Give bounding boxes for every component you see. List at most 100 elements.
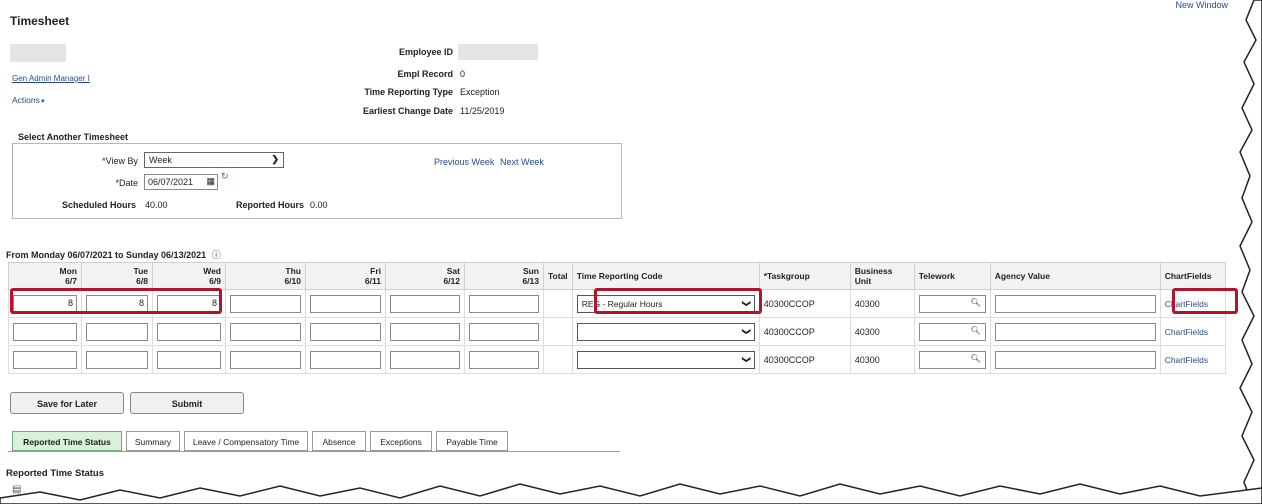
reported-hours-label: Reported Hours bbox=[235, 200, 304, 210]
total-cell bbox=[543, 289, 573, 318]
hours-cell bbox=[464, 317, 544, 346]
employee-id-redacted bbox=[458, 44, 538, 60]
col-header-business-unit: Business Unit bbox=[849, 262, 915, 290]
calendar-icon[interactable]: ▦ bbox=[206, 176, 215, 187]
hours-cell bbox=[305, 345, 386, 374]
hours-input-fri[interactable] bbox=[310, 294, 381, 313]
reported-hours-value: 0.00 bbox=[310, 200, 328, 210]
highlight-trc-box bbox=[594, 288, 762, 314]
col-header-fri: Fri 6/11 bbox=[305, 262, 386, 290]
hours-cell bbox=[385, 345, 465, 374]
hours-input-mon[interactable] bbox=[13, 322, 77, 341]
agency-value-cell bbox=[989, 317, 1161, 346]
hours-input-fri[interactable] bbox=[310, 350, 381, 369]
col-header-total: Total bbox=[543, 262, 573, 290]
time-reporting-code-select[interactable]: ❯ bbox=[576, 350, 755, 369]
col-header-sat: Sat 6/12 bbox=[385, 262, 465, 290]
hours-input-sat[interactable] bbox=[390, 294, 460, 313]
hours-cell bbox=[152, 345, 226, 374]
hours-input-wed[interactable] bbox=[157, 350, 221, 369]
empl-record-label: Empl Record bbox=[397, 69, 453, 79]
telework-input[interactable]: 🔍︎ bbox=[918, 322, 986, 341]
tab-exceptions[interactable]: Exceptions bbox=[370, 431, 432, 451]
refresh-icon[interactable]: ↻ bbox=[221, 171, 229, 182]
hours-cell bbox=[305, 289, 386, 318]
business-unit-cell: 40300 bbox=[849, 317, 915, 346]
hours-cell bbox=[81, 317, 153, 346]
hours-input-thu[interactable] bbox=[230, 294, 301, 313]
search-icon[interactable]: 🔍︎ bbox=[971, 326, 981, 335]
scheduled-hours-value: 40.00 bbox=[145, 200, 168, 210]
hours-input-sun[interactable] bbox=[469, 322, 539, 341]
hours-input-sun[interactable] bbox=[469, 294, 539, 313]
hours-cell bbox=[225, 317, 306, 346]
highlight-hours-box bbox=[10, 288, 222, 314]
total-cell bbox=[543, 317, 573, 346]
hours-cell bbox=[225, 345, 306, 374]
tab-summary[interactable]: Summary bbox=[126, 431, 180, 451]
total-cell bbox=[543, 345, 573, 374]
tab-leave-compensatory-time[interactable]: Leave / Compensatory Time bbox=[184, 431, 308, 451]
hours-cell bbox=[225, 289, 306, 318]
taskgroup-cell: 40300CCOP bbox=[758, 345, 851, 374]
previous-week-link[interactable]: Previous Week bbox=[434, 157, 494, 167]
agency-value-input[interactable] bbox=[994, 294, 1156, 313]
hours-cell bbox=[8, 317, 82, 346]
actions-menu[interactable]: Actions▼ bbox=[12, 95, 46, 105]
caret-down-icon: ▼ bbox=[39, 99, 46, 105]
hours-cell bbox=[385, 317, 465, 346]
chartfields-cell: ChartFields bbox=[1159, 317, 1226, 346]
hours-input-tue[interactable] bbox=[86, 322, 148, 341]
select-timesheet-heading: Select Another Timesheet bbox=[18, 132, 129, 142]
telework-input[interactable]: 🔍︎ bbox=[918, 294, 986, 313]
hours-input-mon[interactable] bbox=[13, 350, 77, 369]
new-window-link[interactable]: New Window bbox=[1175, 0, 1228, 10]
job-title-link[interactable]: Gen Admin Manager I bbox=[12, 74, 90, 83]
hours-cell bbox=[152, 317, 226, 346]
highlight-chartfields-box bbox=[1172, 288, 1238, 314]
chevron-down-icon: ❯ bbox=[741, 355, 752, 363]
col-header-trc: Time Reporting Code bbox=[571, 262, 760, 290]
hours-input-sat[interactable] bbox=[390, 322, 460, 341]
hours-input-thu[interactable] bbox=[230, 322, 301, 341]
hours-input-thu[interactable] bbox=[230, 350, 301, 369]
submit-button[interactable]: Submit bbox=[130, 392, 244, 414]
chartfields-link[interactable]: ChartFields bbox=[1165, 327, 1208, 337]
time-reporting-code-select[interactable]: ❯ bbox=[576, 322, 755, 341]
search-icon[interactable]: 🔍︎ bbox=[971, 298, 981, 307]
date-input[interactable]: 06/07/2021 ▦ bbox=[144, 174, 218, 190]
tab-divider bbox=[8, 451, 620, 452]
telework-cell: 🔍︎ bbox=[913, 317, 991, 346]
page-title: Timesheet bbox=[10, 14, 70, 28]
telework-input[interactable]: 🔍︎ bbox=[918, 350, 986, 369]
help-icon[interactable]: ⓘ bbox=[212, 250, 221, 260]
view-by-label: *View By bbox=[102, 156, 138, 166]
hours-cell bbox=[464, 289, 544, 318]
hours-input-tue[interactable] bbox=[86, 350, 148, 369]
taskgroup-cell: 40300CCOP bbox=[758, 289, 851, 318]
chevron-down-icon: ❯ bbox=[271, 154, 279, 164]
empl-record-value: 0 bbox=[460, 69, 466, 79]
employee-name-redacted bbox=[10, 44, 66, 62]
hours-input-fri[interactable] bbox=[310, 322, 381, 341]
hours-input-wed[interactable] bbox=[157, 322, 221, 341]
hours-input-sun[interactable] bbox=[469, 350, 539, 369]
tab-reported-time-status[interactable]: Reported Time Status bbox=[12, 431, 122, 451]
save-for-later-button[interactable]: Save for Later bbox=[10, 392, 124, 414]
agency-value-input[interactable] bbox=[994, 350, 1156, 369]
next-week-link[interactable]: Next Week bbox=[500, 157, 544, 167]
hours-cell bbox=[8, 345, 82, 374]
chartfields-link[interactable]: ChartFields bbox=[1165, 355, 1208, 365]
telework-cell: 🔍︎ bbox=[913, 345, 991, 374]
date-label: *Date bbox=[115, 178, 138, 188]
trc-cell: ❯ bbox=[571, 317, 760, 346]
tab-absence[interactable]: Absence bbox=[312, 431, 366, 451]
agency-value-input[interactable] bbox=[994, 322, 1156, 341]
search-icon[interactable]: 🔍︎ bbox=[971, 354, 981, 363]
table-row: ❯ 40300CCOP 40300 🔍︎ ChartFields bbox=[8, 317, 1226, 346]
view-by-select[interactable]: Week ❯ bbox=[144, 152, 284, 168]
chartfields-cell: ChartFields bbox=[1159, 345, 1226, 374]
tab-payable-time[interactable]: Payable Time bbox=[436, 431, 508, 451]
hours-input-sat[interactable] bbox=[390, 350, 460, 369]
col-header-mon: Mon 6/7 bbox=[8, 262, 82, 290]
